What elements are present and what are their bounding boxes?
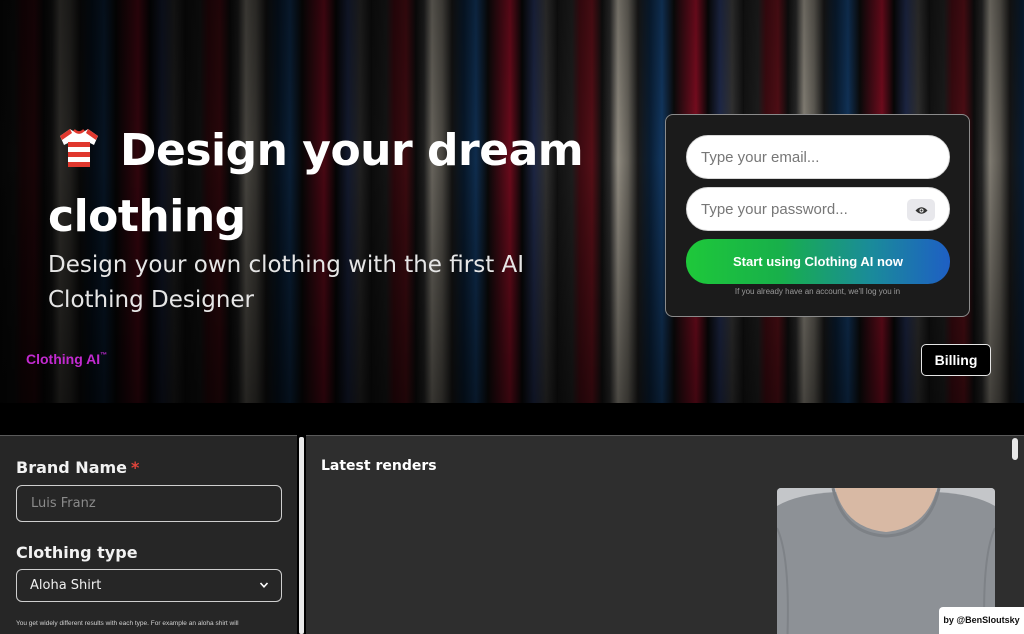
password-field-wrapper xyxy=(686,187,950,231)
tshirt-icon xyxy=(60,129,98,167)
author-credit[interactable]: by @BenSloutsky xyxy=(939,607,1024,634)
hero-title: Design your dream clothing xyxy=(48,118,608,250)
email-field-wrapper xyxy=(686,135,950,179)
hero-title-text: Design your dream clothing xyxy=(48,125,584,242)
login-note: If you already have an account, we'll lo… xyxy=(734,287,901,296)
renders-panel: Latest renders xyxy=(306,435,1024,634)
scrollbar-thumb[interactable] xyxy=(1012,438,1018,460)
login-card: Start using Clothing AI now If you alrea… xyxy=(665,114,970,317)
renders-title: Latest renders xyxy=(321,458,437,474)
trademark-mark: ™ xyxy=(100,352,108,359)
brand-logo[interactable]: Clothing AI™ xyxy=(26,351,107,367)
brand-name-input[interactable] xyxy=(16,485,282,522)
brand-logo-text: Clothing AI xyxy=(26,351,101,367)
clothing-type-select[interactable]: Aloha Shirt xyxy=(16,569,282,602)
email-field[interactable] xyxy=(687,136,949,178)
eye-icon xyxy=(915,206,927,214)
clothing-type-value: Aloha Shirt xyxy=(30,578,102,593)
hero-subtitle: Design your own clothing with the first … xyxy=(48,252,525,313)
panel-divider[interactable] xyxy=(297,435,306,634)
clothing-type-label: Clothing type xyxy=(16,543,138,562)
hero-content: Design your dream clothing Design your o… xyxy=(0,0,1024,403)
clothing-type-help: You get widely different results with ea… xyxy=(16,620,239,627)
show-password-toggle[interactable] xyxy=(907,199,935,221)
design-form-panel: Brand Name* Clothing type Aloha Shirt Yo… xyxy=(0,435,297,634)
brand-name-label-text: Brand Name xyxy=(16,458,128,477)
chevron-down-icon xyxy=(259,582,269,588)
start-button[interactable]: Start using Clothing AI now xyxy=(686,239,950,284)
billing-button[interactable]: Billing xyxy=(921,344,991,376)
required-marker: * xyxy=(131,458,140,477)
brand-name-label: Brand Name * xyxy=(16,458,139,477)
